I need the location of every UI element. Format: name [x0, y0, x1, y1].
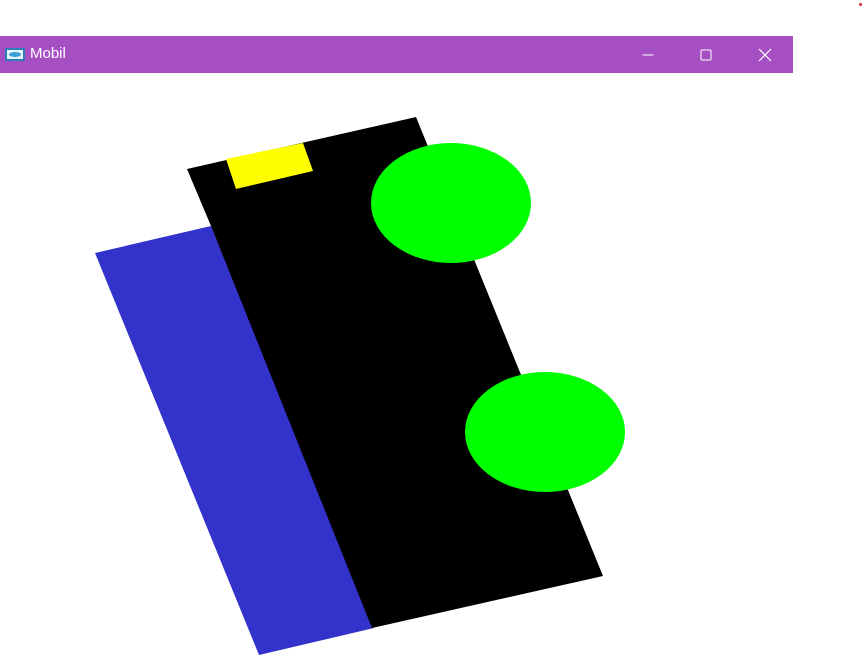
maximize-icon [700, 49, 712, 60]
window-title: Mobil [30, 45, 66, 62]
car-wheel-rear [465, 372, 625, 492]
cursor-dot [859, 3, 862, 6]
minimize-icon [642, 54, 654, 55]
car-wheel-front [371, 143, 531, 263]
close-icon [758, 48, 772, 61]
app-window: Mobil [0, 36, 793, 668]
minimize-button[interactable] [619, 36, 677, 73]
close-button[interactable] [736, 36, 794, 73]
desktop: Mobil [0, 0, 865, 668]
drawing-canvas [0, 73, 793, 668]
title-bar[interactable]: Mobil [0, 36, 793, 73]
app-icon [5, 48, 25, 61]
maximize-button[interactable] [677, 36, 735, 73]
